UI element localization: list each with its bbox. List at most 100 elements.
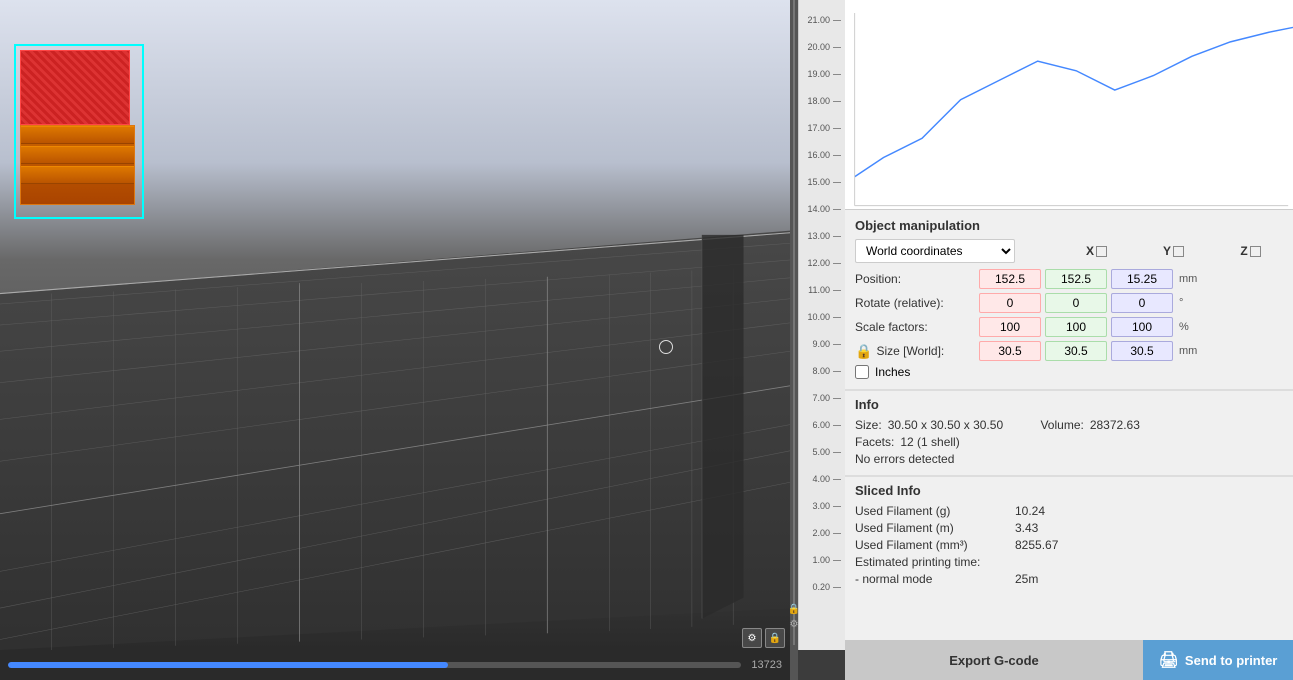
- ruler-tick: 5.00: [799, 447, 845, 457]
- info-size-row: Size: 30.50 x 30.50 x 30.50 Volume: 2837…: [855, 418, 1283, 432]
- size-unit: mm: [1179, 345, 1197, 357]
- ruler-tick: 12.00: [799, 258, 845, 268]
- inches-label: Inches: [875, 365, 910, 379]
- info-title: Info: [855, 397, 1283, 412]
- printer-icon: 🖨: [1159, 650, 1179, 670]
- center-bar-line: [793, 0, 795, 645]
- viewport-counter: 13723: [751, 659, 782, 671]
- info-separator: [1015, 418, 1028, 432]
- ruler-tick: 21.00: [799, 15, 845, 25]
- viewport-icon-1[interactable]: ⚙: [742, 628, 762, 648]
- scale-x-input[interactable]: [979, 317, 1041, 337]
- size-row: 🔒 Size [World]: mm: [855, 341, 1283, 361]
- info-volume-value: 28372.63: [1090, 418, 1140, 432]
- info-size-label: Size:: [855, 418, 882, 432]
- axis-labels: X Y Z: [1064, 244, 1283, 258]
- chart-area: [845, 0, 1293, 210]
- object-orange-body: [20, 125, 135, 205]
- sliced-title: Sliced Info: [855, 483, 1283, 498]
- filament-mm3-row: Used Filament (mm³) 8255.67: [855, 538, 1283, 552]
- viewport-canvas: [0, 0, 790, 650]
- object-red-top: [20, 50, 130, 125]
- position-row: Position: mm: [855, 269, 1283, 289]
- ruler-tick: 19.00: [799, 69, 845, 79]
- filament-m-row: Used Filament (m) 3.43: [855, 521, 1283, 535]
- print-mode-value: 25m: [1015, 572, 1038, 586]
- info-section: Info Size: 30.50 x 30.50 x 30.50 Volume:…: [845, 390, 1293, 475]
- info-volume-label: Volume:: [1040, 418, 1083, 432]
- rotate-unit: °: [1179, 297, 1183, 309]
- ruler-tick: 6.00: [799, 420, 845, 430]
- spacer: [845, 595, 1293, 640]
- ruler-tick: 11.00: [799, 285, 845, 295]
- filament-mm3-label: Used Filament (mm³): [855, 538, 1015, 552]
- ruler-tick: 16.00: [799, 150, 845, 160]
- ruler-tick: 18.00: [799, 96, 845, 106]
- ruler-tick: 9.00: [799, 339, 845, 349]
- rotate-z-input[interactable]: [1111, 293, 1173, 313]
- size-z-input[interactable]: [1111, 341, 1173, 361]
- coord-system-row: World coordinatesLocal coordinates X Y Z: [855, 239, 1283, 263]
- ruler-tick: 0.20: [799, 582, 845, 592]
- center-bar: 🔒 ⚙: [790, 0, 798, 680]
- size-label-with-lock: 🔒 Size [World]:: [855, 343, 975, 360]
- right-panel: Object manipulation World coordinatesLoc…: [845, 0, 1293, 680]
- send-to-printer-button[interactable]: 🖨 Send to printer: [1143, 640, 1293, 680]
- info-size-value: 30.50 x 30.50 x 30.50: [888, 418, 1003, 432]
- axis-z-header: Z: [1218, 244, 1283, 258]
- viewport-bottom-icons: ⚙ 🔒: [742, 628, 785, 648]
- scale-z-input[interactable]: [1111, 317, 1173, 337]
- sliced-section: Sliced Info Used Filament (g) 10.24 Used…: [845, 476, 1293, 595]
- axis-y-header: Y: [1141, 244, 1206, 258]
- ruler-ticks-container: 21.0020.0019.0018.0017.0016.0015.0014.00…: [799, 0, 845, 650]
- size-y-input[interactable]: [1045, 341, 1107, 361]
- axis-y-square: [1173, 246, 1184, 257]
- send-button-label: Send to printer: [1185, 653, 1277, 668]
- size-x-input[interactable]: [979, 341, 1041, 361]
- 3d-viewport[interactable]: 13723 ⚙ 🔒: [0, 0, 790, 680]
- ruler-tick: 15.00: [799, 177, 845, 187]
- bottom-buttons: Export G-code 🖨 Send to printer: [845, 640, 1293, 680]
- info-errors-row: No errors detected: [855, 452, 1283, 466]
- info-facets-row: Facets: 12 (1 shell): [855, 435, 1283, 449]
- 3d-object: [20, 50, 135, 205]
- info-facets-value: 12 (1 shell): [900, 435, 959, 449]
- viewport-icon-2[interactable]: 🔒: [765, 628, 785, 648]
- ruler-tick: 7.00: [799, 393, 845, 403]
- rotate-y-input[interactable]: [1045, 293, 1107, 313]
- center-bar-icons: 🔒 ⚙: [790, 604, 798, 630]
- scale-unit: %: [1179, 321, 1189, 333]
- ruler-tick: 8.00: [799, 366, 845, 376]
- manipulation-section: Object manipulation World coordinatesLoc…: [845, 210, 1293, 389]
- progress-bar-fill: [8, 662, 448, 668]
- size-lock-icon: 🔒: [855, 343, 872, 360]
- ruler-tick: 4.00: [799, 474, 845, 484]
- scale-label: Scale factors:: [855, 320, 975, 334]
- chart-svg: [845, 0, 1293, 209]
- position-y-input[interactable]: [1045, 269, 1107, 289]
- rotate-x-input[interactable]: [979, 293, 1041, 313]
- export-gcode-button[interactable]: Export G-code: [845, 640, 1143, 680]
- progress-bar-container: [8, 662, 741, 668]
- ruler-tick: 17.00: [799, 123, 845, 133]
- position-label: Position:: [855, 272, 975, 286]
- print-time-row: Estimated printing time:: [855, 555, 1283, 569]
- axis-x-header: X: [1064, 244, 1129, 258]
- print-time-label: Estimated printing time:: [855, 555, 1015, 569]
- ruler-tick: 13.00: [799, 231, 845, 241]
- ruler-tick: 10.00: [799, 312, 845, 322]
- ruler-tick: 3.00: [799, 501, 845, 511]
- inches-checkbox[interactable]: [855, 365, 869, 379]
- scale-y-input[interactable]: [1045, 317, 1107, 337]
- coord-system-dropdown[interactable]: World coordinatesLocal coordinates: [855, 239, 1015, 263]
- position-z-input[interactable]: [1111, 269, 1173, 289]
- size-label: Size [World]:: [876, 344, 944, 358]
- filament-g-label: Used Filament (g): [855, 504, 1015, 518]
- scale-row: Scale factors: %: [855, 317, 1283, 337]
- ruler-tick: 1.00: [799, 555, 845, 565]
- filament-g-value: 10.24: [1015, 504, 1045, 518]
- position-x-input[interactable]: [979, 269, 1041, 289]
- ruler-tick: 20.00: [799, 42, 845, 52]
- print-mode-row: - normal mode 25m: [855, 572, 1283, 586]
- viewport-statusbar: 13723: [0, 650, 790, 680]
